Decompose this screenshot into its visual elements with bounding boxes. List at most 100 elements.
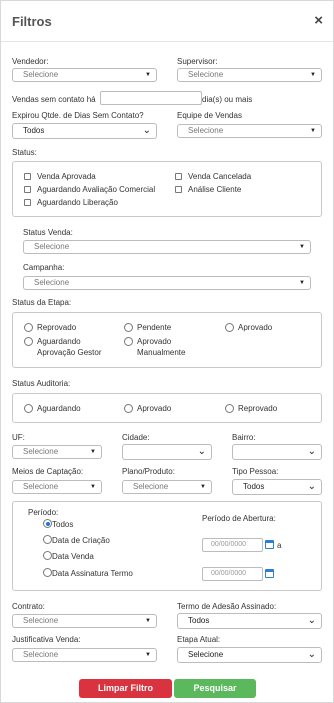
justificativa-select[interactable]: Selecione ▼	[12, 648, 157, 662]
etapa-radio-aprovado-manualmente[interactable]	[124, 337, 133, 346]
date-separator: a	[277, 541, 282, 550]
periodo-label: Período:	[28, 508, 59, 517]
periodo-radio-data-venda[interactable]	[43, 551, 52, 560]
chevron-down-icon: ⌄	[142, 125, 151, 136]
justificativa-value: Selecione	[23, 650, 59, 659]
vendedor-label: Vendedor:	[12, 57, 49, 66]
chevron-down-icon: ⌄	[307, 615, 316, 626]
contrato-select[interactable]: Selecione ▼	[12, 614, 157, 628]
caret-down-icon: ▼	[90, 449, 96, 455]
etapa-atual-select[interactable]: Selecione ⌄	[177, 647, 322, 663]
vendedor-value: Selecione	[23, 70, 59, 79]
campanha-select[interactable]: Selecione ▼	[23, 276, 311, 290]
cidade-label: Cidade:	[122, 433, 150, 442]
status-option-label: Venda Cancelada	[188, 172, 252, 181]
justificativa-label: Justificativa Venda:	[12, 635, 81, 644]
tipo-pessoa-label: Tipo Pessoa:	[232, 467, 279, 476]
uf-select[interactable]: Selecione ▼	[12, 445, 102, 459]
supervisor-value: Selecione	[188, 70, 224, 79]
periodo-radio-data-criacao[interactable]	[43, 535, 52, 544]
etapa-option-label: Reprovado	[37, 323, 77, 332]
status-checkbox-analise-cliente[interactable]	[175, 186, 182, 193]
periodo-option-label: Data de Criação	[52, 536, 110, 545]
etapa-radio-reprovado[interactable]	[24, 323, 33, 332]
status-venda-select[interactable]: Selecione ▼	[23, 240, 311, 254]
plano-produto-label: Plano/Produto:	[122, 467, 175, 476]
status-checkbox-aguardando-liberacao[interactable]	[24, 199, 31, 206]
calendar-icon[interactable]	[265, 540, 274, 549]
periodo-option-label: Data Assinatura Termo	[52, 569, 133, 578]
status-venda-value: Selecione	[34, 242, 70, 251]
meios-captacao-select[interactable]: Selecione ▼	[12, 480, 102, 494]
periodo-option-label: Data Venda	[52, 552, 94, 561]
periodo-abertura-label: Período de Abertura:	[202, 514, 276, 523]
close-icon[interactable]: ×	[314, 12, 323, 29]
calendar-icon[interactable]	[265, 569, 274, 578]
clear-filter-button[interactable]: Limpar Filtro	[79, 679, 172, 698]
bairro-select[interactable]: ⌄	[232, 444, 322, 460]
cidade-select[interactable]: ⌄	[122, 444, 212, 460]
caret-down-icon: ▼	[299, 280, 305, 286]
equipe-label: Equipe de Vendas	[177, 111, 242, 120]
supervisor-label: Supervisor:	[177, 57, 218, 66]
etapa-option-label: Pendente	[137, 323, 172, 332]
search-button[interactable]: Pesquisar	[174, 679, 256, 698]
status-option-label: Venda Aprovada	[37, 172, 96, 181]
caret-down-icon: ▼	[310, 72, 316, 78]
contrato-value: Selecione	[23, 616, 59, 625]
termo-adesao-label: Termo de Adesão Assinado:	[177, 602, 277, 611]
caret-down-icon: ▼	[200, 484, 206, 490]
termo-adesao-value: Todos	[188, 616, 210, 625]
etapa-radio-pendente[interactable]	[124, 323, 133, 332]
auditoria-radio-aguardando[interactable]	[24, 404, 33, 413]
status-venda-label: Status Venda:	[23, 228, 73, 237]
auditoria-option-label: Aguardando	[37, 404, 81, 413]
status-option-label: Aguardando Liberação	[37, 198, 118, 207]
caret-down-icon: ▼	[145, 618, 151, 624]
termo-adesao-select[interactable]: Todos ⌄	[177, 613, 322, 629]
periodo-inicio-input[interactable]: 00/00/0000	[202, 538, 263, 552]
status-etapa-label: Status da Etapa:	[12, 298, 72, 307]
status-label: Status:	[12, 148, 37, 157]
contrato-label: Contrato:	[12, 602, 45, 611]
vendas-sem-contato-label: Vendas sem contato há	[12, 95, 96, 104]
supervisor-select[interactable]: Selecione ▼	[177, 68, 322, 82]
status-checkbox-venda-cancelada[interactable]	[175, 173, 182, 180]
dias-ou-mais-label: dia(s) ou mais	[202, 95, 253, 104]
vendedor-select[interactable]: Selecione ▼	[12, 68, 157, 82]
etapa-atual-value: Selecione	[188, 650, 224, 659]
etapa-option-label: Aprovado Manualmente	[137, 337, 186, 357]
tipo-pessoa-select[interactable]: Todos ⌄	[232, 479, 322, 495]
status-option-label: Aguardando Avaliação Comercial	[37, 185, 156, 194]
status-option-label: Análise Cliente	[188, 185, 242, 194]
expirou-value: Todos	[23, 126, 45, 135]
chevron-down-icon: ⌄	[307, 649, 316, 660]
caret-down-icon: ▼	[299, 244, 305, 250]
periodo-option-label: Todos	[52, 520, 74, 529]
auditoria-radio-reprovado[interactable]	[225, 404, 234, 413]
chevron-down-icon: ⌄	[197, 446, 206, 457]
equipe-select[interactable]: Selecione ▼	[177, 124, 322, 138]
status-checkbox-venda-aprovada[interactable]	[24, 173, 31, 180]
etapa-radio-aprovado[interactable]	[225, 323, 234, 332]
campanha-label: Campanha:	[23, 263, 65, 272]
auditoria-radio-aprovado[interactable]	[124, 404, 133, 413]
etapa-radio-aguardando-aprovacao-gestor[interactable]	[24, 337, 33, 346]
equipe-value: Selecione	[188, 126, 224, 135]
periodo-radio-todos[interactable]	[43, 519, 52, 528]
panel-header: Filtros ×	[1, 1, 333, 42]
status-checkbox-aguardando-avaliacao[interactable]	[24, 186, 31, 193]
plano-produto-select[interactable]: Selecione ▼	[122, 480, 212, 494]
periodo-radio-data-assinatura[interactable]	[43, 568, 52, 577]
periodo-fim-input[interactable]: 00/00/0000	[202, 567, 263, 581]
panel-title: Filtros	[12, 14, 52, 29]
caret-down-icon: ▼	[310, 128, 316, 134]
uf-label: UF:	[12, 433, 25, 442]
auditoria-option-label: Reprovado	[238, 404, 278, 413]
expirou-select[interactable]: Todos ⌄	[12, 123, 157, 139]
dias-sem-contato-input[interactable]	[100, 91, 202, 105]
chevron-down-icon: ⌄	[307, 481, 316, 492]
campanha-value: Selecione	[34, 278, 70, 287]
caret-down-icon: ▼	[145, 652, 151, 658]
caret-down-icon: ▼	[90, 484, 96, 490]
